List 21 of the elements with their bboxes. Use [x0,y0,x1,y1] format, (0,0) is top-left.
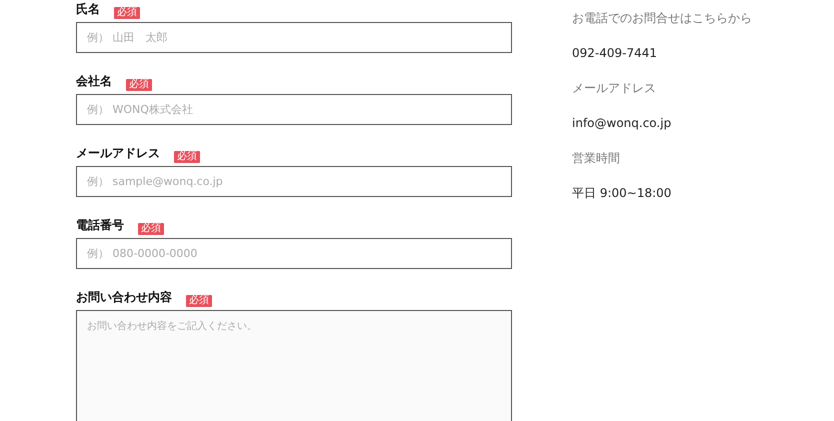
required-badge: 必須 [174,151,200,163]
field-label: メールアドレス [76,146,160,161]
field-label: 氏名 [76,2,100,17]
field-label: 電話番号 [76,218,124,233]
input-field[interactable]: 例） 山田 太郎 [76,22,512,53]
info-heading: お電話でのお問合せはこちらから [572,10,752,26]
input-field[interactable]: 例） sample@wonq.co.jp [76,166,512,197]
info-value: 平日 9:00~18:00 [572,185,672,201]
message-field[interactable]: お問い合わせ内容をご記入ください。 [76,310,512,421]
required-badge: 必須 [114,7,140,19]
input-field[interactable]: 例） WONQ株式会社 [76,94,512,125]
info-value: info@wonq.co.jp [572,115,672,131]
info-value: 092-409-7441 [572,45,658,61]
info-heading: メールアドレス [572,80,657,96]
field-label: お問い合わせ内容 [76,290,172,305]
field-label: 会社名 [76,74,112,89]
info-heading: 営業時間 [572,150,621,166]
required-badge: 必須 [126,79,152,91]
required-badge: 必須 [186,295,212,307]
required-badge: 必須 [138,223,164,235]
input-field[interactable]: 例） 080-0000-0000 [76,238,512,269]
